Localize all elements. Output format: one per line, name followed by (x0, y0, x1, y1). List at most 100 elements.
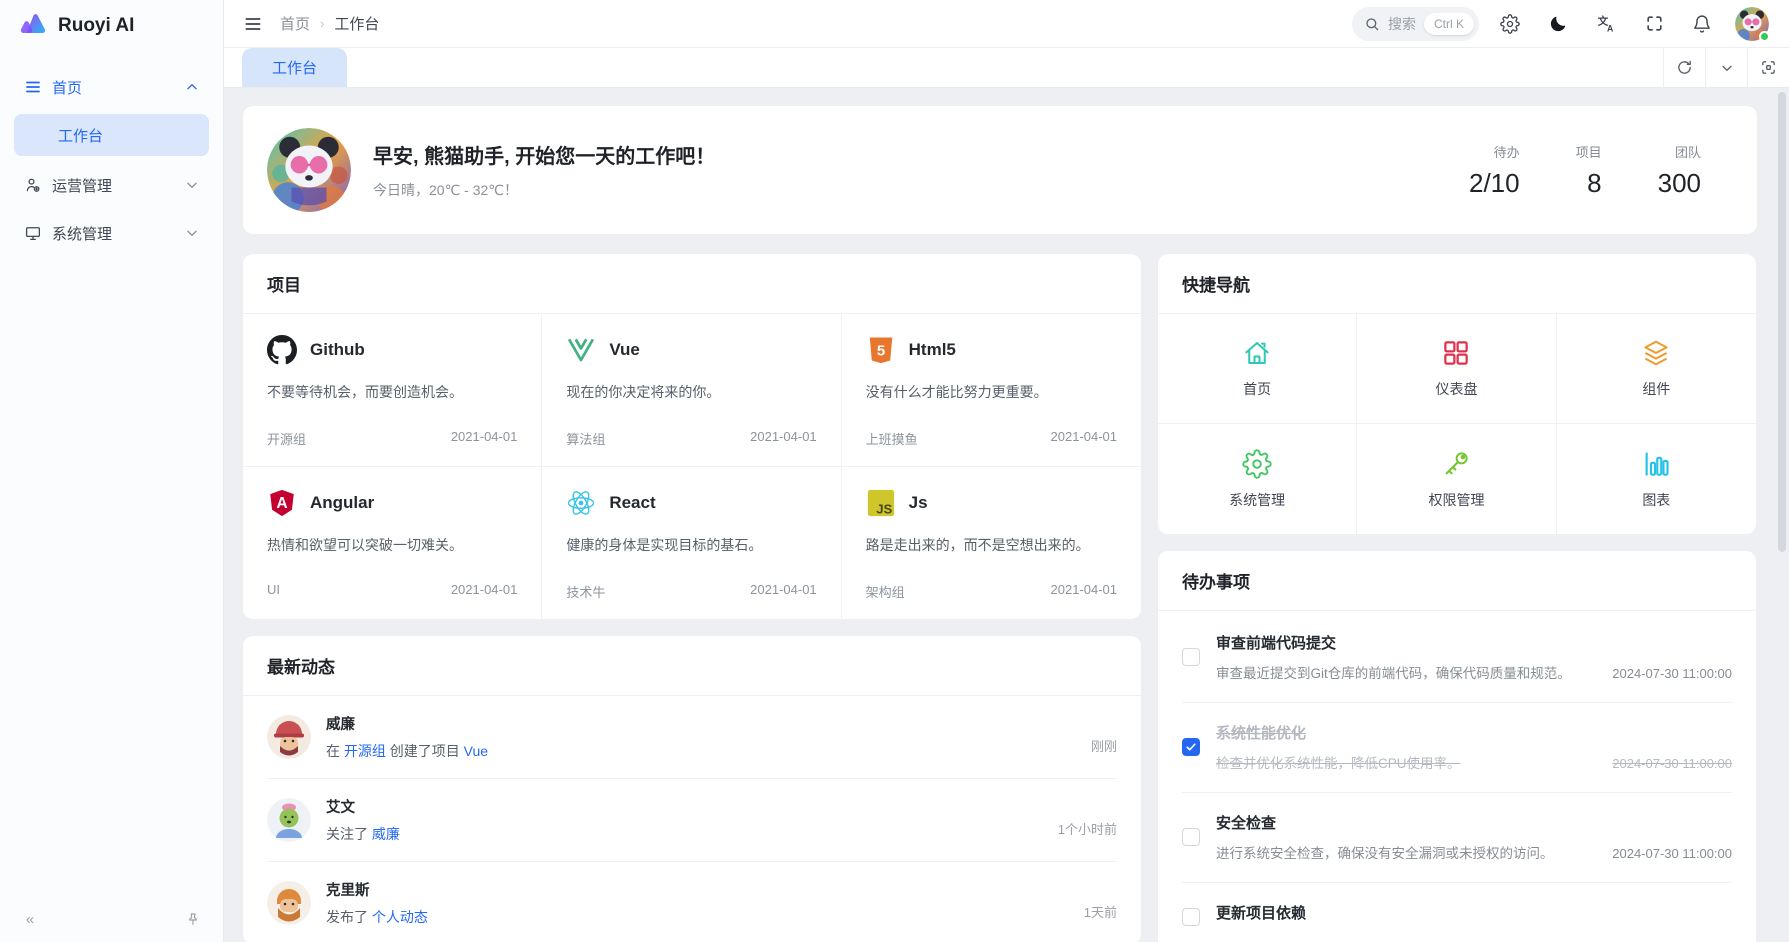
tab-bar: 工作台 (224, 48, 1789, 88)
bar-chart-icon (1641, 449, 1671, 479)
stat-team: 团队 300 (1658, 142, 1701, 199)
sidebar-item-workbench[interactable]: 工作台 (14, 114, 209, 156)
user-avatar[interactable] (1735, 7, 1769, 41)
project-name: Vue (609, 340, 640, 360)
search-icon (1364, 16, 1380, 32)
scrollbar[interactable] (1778, 92, 1786, 932)
app-logo[interactable]: Ruoyi AI (0, 0, 223, 52)
greeting-card: 早安, 熊猫助手, 开始您一天的工作吧！ 今日晴，20℃ - 32℃！ 待办 2… (243, 106, 1757, 234)
activity-text: 创建了项目 (386, 743, 464, 759)
activity-line: 在 开源组 创建了项目 Vue (326, 741, 488, 761)
moon-icon[interactable] (1541, 7, 1575, 41)
logo-text: Ruoyi AI (58, 15, 134, 37)
sidebar-item-label: 运营管理 (52, 175, 112, 196)
project-card-angular[interactable]: A Angular 热情和欲望可以突破一切难关。 UI 2021-04-01 (243, 467, 542, 619)
todo-item-desc: 审查最近提交到Git仓库的前端代码，确保代码质量和规范。 (1216, 662, 1571, 682)
projects-grid: Github 不要等待机会，而要创造机会。 开源组 2021-04-01 (243, 314, 1141, 619)
breadcrumb-home[interactable]: 首页 (280, 13, 310, 34)
activity-link[interactable]: 开源组 (344, 743, 386, 759)
checkbox-unchecked[interactable] (1182, 908, 1200, 926)
project-group: 开源组 (267, 429, 306, 448)
project-date: 2021-04-01 (750, 429, 817, 448)
project-card-github[interactable]: Github 不要等待机会，而要创造机会。 开源组 2021-04-01 (243, 314, 542, 467)
app-window: Ruoyi AI 首页 工作台 运 (0, 0, 1789, 942)
todo-item-title: 系统性能优化 (1216, 722, 1732, 743)
activity-link[interactable]: Vue (464, 743, 488, 759)
chevron-down-icon (185, 226, 199, 240)
projects-card: 项目 Github 不要等待机会，而要创造机会。 (243, 254, 1141, 619)
quicknav-grid: 首页 仪表盘 (1158, 314, 1756, 534)
sidebar-item-operation[interactable]: 运营管理 (14, 164, 209, 206)
scrollbar-thumb[interactable] (1778, 92, 1786, 552)
quicknav-components[interactable]: 组件 (1557, 314, 1756, 424)
project-desc: 健康的身体是实现目标的基石。 (566, 535, 816, 555)
bell-icon[interactable] (1685, 7, 1719, 41)
user-icon (24, 176, 42, 194)
checkbox-checked[interactable] (1182, 738, 1200, 756)
project-card-js[interactable]: JS Js 路是走出来的，而不是空想出来的。 架构组 2021-04-01 (842, 467, 1141, 619)
sidebar-collapse-button[interactable]: « (16, 905, 44, 933)
key-icon (1441, 449, 1471, 479)
settings-icon[interactable] (1493, 7, 1527, 41)
chevron-down-icon[interactable] (1705, 48, 1747, 87)
page-content[interactable]: 早安, 熊猫助手, 开始您一天的工作吧！ 今日晴，20℃ - 32℃！ 待办 2… (224, 88, 1789, 942)
navbar-actions: 搜索 Ctrl K 文 A (1352, 7, 1769, 41)
todo-item: 安全检查 进行系统安全检查，确保没有安全漏洞或未授权的访问。 2024-07-3… (1182, 793, 1732, 883)
stat-todo: 待办 2/10 (1469, 142, 1520, 199)
activity-link[interactable]: 个人动态 (372, 909, 428, 925)
online-status-dot (1759, 31, 1770, 42)
checkbox-unchecked[interactable] (1182, 828, 1200, 846)
translate-icon[interactable]: 文 A (1589, 7, 1623, 41)
project-desc: 现在的你决定将来的你。 (566, 382, 816, 402)
project-card-react[interactable]: React 健康的身体是实现目标的基石。 技术牛 2021-04-01 (542, 467, 841, 619)
pin-icon[interactable] (179, 905, 207, 933)
sidebar-item-home[interactable]: 首页 (14, 66, 209, 108)
activity-user: 威廉 (326, 713, 488, 734)
project-card-html5[interactable]: 5 Html5 没有什么才能比努力更重要。 上班摸鱼 2021-04-01 (842, 314, 1141, 467)
grid-icon (1441, 338, 1471, 368)
project-card-vue[interactable]: Vue 现在的你决定将来的你。 算法组 2021-04-01 (542, 314, 841, 467)
project-date: 2021-04-01 (451, 429, 518, 448)
panda-avatar-large (267, 128, 351, 212)
quicknav-system[interactable]: 系统管理 (1158, 424, 1357, 534)
project-name: Js (909, 493, 928, 513)
sidebar-item-system[interactable]: 系统管理 (14, 212, 209, 254)
activity-body: 克里斯 发布了 个人动态 (326, 879, 428, 927)
quicknav-dashboard[interactable]: 仪表盘 (1357, 314, 1556, 424)
tab-workbench[interactable]: 工作台 (242, 48, 347, 87)
stat-projects: 项目 8 (1576, 142, 1602, 199)
activity-time: 1个小时前 (1058, 819, 1117, 844)
quicknav-home[interactable]: 首页 (1158, 314, 1357, 424)
activity-card: 最新动态 (243, 636, 1141, 942)
fullscreen-icon[interactable] (1637, 7, 1671, 41)
monitor-icon (24, 224, 42, 242)
quicknav-title: 快捷导航 (1158, 254, 1756, 314)
breadcrumb-current: 工作台 (334, 13, 379, 34)
stat-value: 300 (1658, 168, 1701, 199)
project-date: 2021-04-01 (750, 582, 817, 601)
checkbox-unchecked[interactable] (1182, 648, 1200, 666)
stat-label: 待办 (1469, 142, 1520, 161)
expand-icon[interactable] (1747, 48, 1789, 87)
refresh-icon[interactable] (1663, 48, 1705, 87)
vue-icon (566, 335, 596, 365)
search-input[interactable]: 搜索 Ctrl K (1352, 7, 1479, 41)
todo-card: 待办事项 审查前端代码提交 审查最近提交到Git仓库的前端代码，确保代码质量和规… (1158, 551, 1756, 942)
svg-text:JS: JS (876, 502, 892, 517)
hamburger-icon[interactable] (236, 7, 270, 41)
quicknav-charts[interactable]: 图表 (1557, 424, 1756, 534)
activity-text: 在 (326, 743, 344, 759)
search-placeholder: 搜索 (1388, 14, 1416, 34)
projects-title: 项目 (243, 254, 1141, 314)
sidebar-item-label: 系统管理 (52, 223, 112, 244)
chevron-up-icon (185, 80, 199, 94)
quicknav-label: 权限管理 (1428, 490, 1484, 510)
activity-link[interactable]: 威廉 (372, 826, 400, 842)
sidebar-item-label: 首页 (52, 77, 82, 98)
svg-text:A: A (1606, 23, 1613, 33)
quicknav-permissions[interactable]: 权限管理 (1357, 424, 1556, 534)
menu-icon (24, 78, 42, 96)
layers-icon (1641, 338, 1671, 368)
chevron-down-icon (185, 178, 199, 192)
activity-line: 关注了 威廉 (326, 824, 400, 844)
